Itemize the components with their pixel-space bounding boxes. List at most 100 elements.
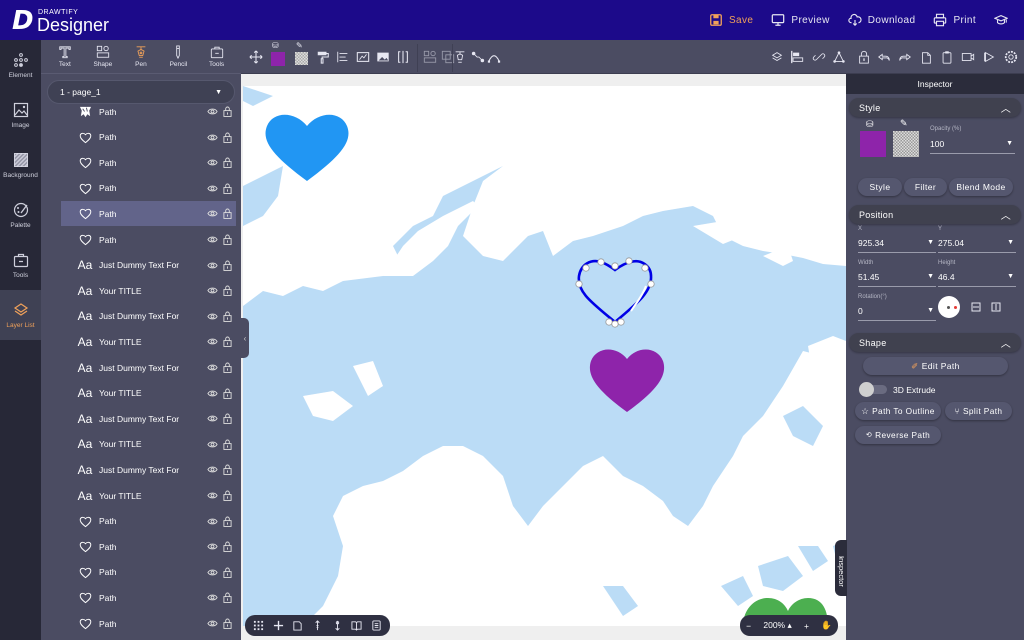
design-page[interactable] [243, 86, 846, 626]
eye-icon[interactable] [207, 567, 218, 578]
eye-icon[interactable] [207, 336, 218, 347]
flip-vertical-icon[interactable] [970, 301, 982, 313]
x-field[interactable]: 925.34 ▼ [858, 233, 936, 253]
lock-icon[interactable] [223, 567, 232, 578]
copy-button[interactable] [919, 50, 933, 64]
inspector-toggle-tab[interactable]: › Inspector [835, 540, 847, 596]
tools-tool[interactable]: Tools [209, 45, 224, 68]
fill-color-swatch[interactable] [271, 52, 285, 66]
align-button[interactable] [790, 50, 804, 64]
copy-page-icon[interactable] [292, 620, 303, 631]
stroke-color-swatch[interactable] [295, 52, 308, 65]
edit-path-button[interactable]: ✐ Edit Path [863, 357, 1008, 375]
lock-icon[interactable] [223, 464, 232, 476]
play-button[interactable] [982, 50, 996, 64]
lock-icon[interactable] [223, 311, 232, 322]
layer-item[interactable]: Aa Your TITLE [61, 483, 236, 508]
tutorial-button[interactable] [994, 13, 1008, 27]
collapse-panel-button[interactable]: ‹ [241, 318, 249, 358]
lock-icon[interactable] [223, 541, 232, 553]
stroke-color-swatch[interactable] [893, 131, 919, 157]
rail-item-background[interactable]: Background [0, 140, 41, 190]
layer-item[interactable]: Path [61, 585, 236, 610]
link-button[interactable] [812, 50, 826, 64]
download-button[interactable]: Download [848, 13, 916, 27]
split-path-button[interactable]: ⑂ Split Path [945, 402, 1012, 420]
pen-node-tool[interactable] [453, 50, 467, 64]
y-field[interactable]: 275.04 ▼ [938, 233, 1016, 253]
lock-icon[interactable] [223, 592, 232, 604]
eye-icon[interactable] [207, 132, 218, 143]
lock-icon[interactable] [223, 157, 232, 169]
layer-item[interactable]: Path [61, 611, 236, 636]
bezier-tool[interactable] [487, 50, 501, 64]
zoom-out-button[interactable]: − [746, 621, 751, 631]
rotation-dial[interactable] [938, 296, 960, 318]
group-tool[interactable] [423, 50, 437, 64]
position-section-header[interactable]: Position ︿ [849, 205, 1021, 224]
rail-item-image[interactable]: Image [0, 90, 41, 140]
layer-item[interactable]: Path [61, 509, 236, 534]
layer-item[interactable]: Aa Just Dummy Text For [61, 355, 236, 380]
map-layer[interactable] [243, 86, 846, 626]
eye-icon[interactable] [207, 490, 218, 501]
lock-icon[interactable] [223, 439, 232, 450]
layer-item[interactable]: Aa Your TITLE [61, 329, 236, 354]
text-tool[interactable]: Text [58, 45, 72, 68]
shape-tool[interactable]: Shape [93, 45, 112, 68]
style-button[interactable]: Style [858, 178, 902, 196]
layer-order-button[interactable] [770, 50, 784, 64]
eye-icon[interactable] [207, 618, 218, 629]
blend-mode-button[interactable]: Blend Mode [949, 178, 1013, 196]
rail-item-palette[interactable]: Palette [0, 190, 41, 240]
rail-item-tools[interactable]: Tools [0, 240, 41, 290]
lock-icon[interactable] [223, 490, 232, 501]
eye-icon[interactable] [207, 413, 218, 424]
layer-item[interactable]: Aa Your TITLE [61, 278, 236, 303]
zoom-level[interactable]: 200% ▴ [763, 620, 791, 631]
eye-icon[interactable] [207, 516, 218, 527]
eye-icon[interactable] [207, 285, 218, 296]
paste-button[interactable] [940, 50, 954, 64]
eye-icon[interactable] [207, 311, 218, 322]
lock-icon[interactable] [223, 618, 232, 629]
canvas-area[interactable] [241, 74, 846, 640]
lock-icon[interactable] [223, 208, 232, 220]
paint-roller-tool[interactable] [316, 50, 330, 64]
eye-icon[interactable] [207, 208, 218, 219]
eye-icon[interactable] [207, 541, 218, 552]
eye-icon[interactable] [207, 260, 218, 271]
page-selector[interactable]: 1 - page_1 ▼ [47, 80, 235, 104]
lock-icon[interactable] [223, 234, 232, 245]
layer-item[interactable]: Aa Just Dummy Text For [61, 406, 236, 431]
image-edit-tool[interactable] [356, 50, 370, 64]
3d-extrude-toggle[interactable] [859, 382, 887, 397]
zoom-in-button[interactable]: + [804, 621, 809, 631]
layer-item[interactable]: Path [61, 227, 236, 252]
move-page-down-icon[interactable] [332, 620, 343, 631]
add-page-icon[interactable] [273, 620, 284, 631]
lock-icon[interactable] [223, 516, 232, 527]
height-field[interactable]: 46.4 ▼ [938, 267, 1016, 287]
eye-icon[interactable] [207, 464, 218, 475]
layer-item[interactable]: Path [61, 176, 236, 201]
fill-color-swatch[interactable] [860, 131, 886, 157]
layer-item[interactable]: Path [61, 534, 236, 559]
node-curve-tool[interactable] [471, 50, 485, 64]
settings-button[interactable] [1004, 50, 1018, 64]
rotation-field[interactable]: 0 ▼ [858, 301, 936, 321]
eye-icon[interactable] [207, 388, 218, 399]
eye-icon[interactable] [207, 234, 218, 245]
filter-button[interactable]: Filter [904, 178, 947, 196]
layer-item[interactable]: Path [61, 560, 236, 585]
node-button[interactable] [832, 50, 846, 64]
flip-tool[interactable] [396, 50, 410, 64]
rail-item-element[interactable]: Element [0, 40, 41, 90]
flip-horizontal-icon[interactable] [990, 301, 1002, 313]
layer-item[interactable]: Aa Just Dummy Text For [61, 253, 236, 278]
image-replace-tool[interactable] [376, 50, 390, 64]
shape-section-header[interactable]: Shape ︿ [849, 333, 1021, 352]
align-tool[interactable] [336, 50, 350, 64]
preview-button[interactable]: Preview [771, 13, 829, 27]
width-field[interactable]: 51.45 ▼ [858, 267, 936, 287]
